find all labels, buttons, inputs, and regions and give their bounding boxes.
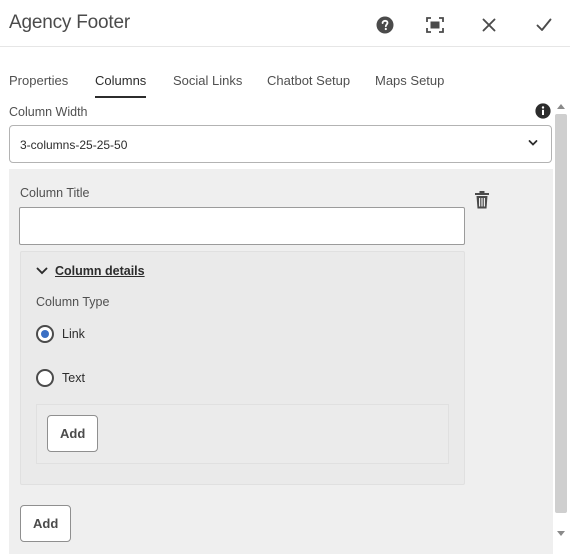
radio-text-control[interactable] [36,369,54,387]
dialog-content: Column Width 3-columns-25-25-50 Column T… [0,100,553,554]
tab-chatbot-setup[interactable]: Chatbot Setup [267,73,350,88]
add-column-button[interactable]: Add [20,505,72,542]
column-links-multifield: Add [36,404,449,464]
scroll-down-arrow[interactable] [557,531,565,536]
column-type-label: Column Type [36,295,110,309]
done-button[interactable] [531,12,557,38]
dialog-header: Agency Footer [0,0,570,47]
column-width-value: 3-columns-25-25-50 [20,138,128,152]
radio-link-control[interactable] [36,325,54,343]
add-link-button[interactable]: Add [47,415,99,452]
radio-text[interactable]: Text [36,369,85,387]
help-icon [376,16,394,34]
dialog-title: Agency Footer [9,12,130,33]
column-details-title: Column details [55,264,145,278]
chevron-down-icon [528,140,538,146]
column-details-toggle[interactable]: Column details [36,264,145,278]
radio-link-label: Link [62,327,85,341]
info-icon[interactable] [535,103,551,119]
column-title-input[interactable] [19,207,465,245]
column-details-panel: Column details Column Type Link Text Add [20,251,465,485]
tab-maps-setup[interactable]: Maps Setup [375,73,444,88]
close-icon [482,18,496,32]
scrollbar-thumb[interactable] [555,114,567,513]
tab-properties[interactable]: Properties [9,73,68,88]
fullscreen-button[interactable] [422,12,448,38]
scrollbar[interactable] [553,100,567,543]
fullscreen-icon [426,17,444,33]
column-title-label: Column Title [20,186,90,200]
columns-multifield: Column Title Column details Column Type … [9,169,553,554]
column-width-select[interactable]: 3-columns-25-25-50 [9,125,552,163]
close-button[interactable] [476,12,502,38]
radio-link[interactable]: Link [36,325,85,343]
column-width-label: Column Width [9,105,88,119]
help-button[interactable] [372,12,398,38]
trash-icon[interactable] [474,191,490,209]
tab-list: Properties Columns Social Links Chatbot … [0,60,570,100]
tab-social-links[interactable]: Social Links [173,73,242,88]
checkmark-icon [536,18,552,31]
scroll-up-arrow[interactable] [557,104,565,109]
tab-columns[interactable]: Columns [95,73,147,98]
radio-text-label: Text [62,371,85,385]
chevron-down-icon [36,267,48,275]
